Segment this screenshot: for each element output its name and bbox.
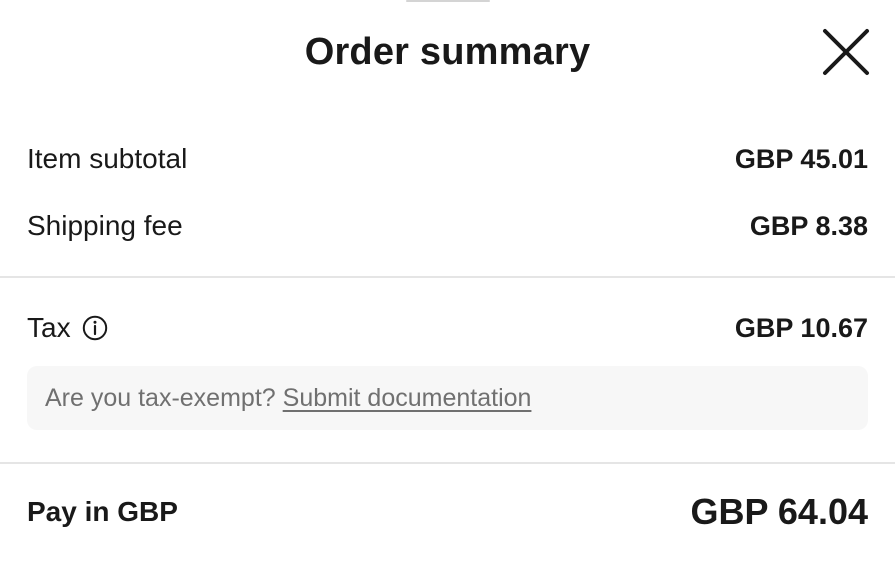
sheet-header: Order summary: [0, 0, 895, 104]
divider: [0, 276, 895, 278]
divider: [0, 462, 895, 464]
item-subtotal-row: Item subtotal GBP 45.01: [27, 139, 868, 179]
page-title: Order summary: [304, 31, 591, 73]
item-subtotal-label: Item subtotal: [27, 143, 188, 174]
total-value: GBP 64.04: [690, 491, 868, 532]
total-row: Pay in GBP GBP 64.04: [27, 492, 868, 532]
shipping-fee-row: Shipping fee GBP 8.38: [27, 206, 868, 246]
tax-label-group: Tax: [27, 308, 108, 348]
order-summary-sheet: Order summary Item subtotal GBP 45.01 Sh…: [0, 0, 895, 577]
tax-label: Tax: [27, 312, 71, 343]
item-subtotal-value: GBP 45.01: [734, 144, 868, 174]
tax-info-button[interactable]: [82, 315, 108, 341]
tax-value: GBP 10.67: [734, 313, 868, 343]
tax-row: Tax GBP 10.67: [27, 308, 868, 348]
tax-exempt-panel: Are you tax-exempt? Submit documentation: [27, 366, 868, 430]
pay-in-label: Pay in GBP: [27, 496, 178, 527]
tax-exempt-prompt: Are you tax-exempt?: [45, 383, 276, 412]
close-icon: [823, 29, 869, 75]
submit-documentation-link[interactable]: Submit documentation: [283, 384, 532, 413]
shipping-fee-value: GBP 8.38: [749, 211, 868, 241]
close-button[interactable]: [820, 26, 872, 78]
info-icon: [82, 315, 107, 341]
shipping-fee-label: Shipping fee: [27, 210, 183, 241]
